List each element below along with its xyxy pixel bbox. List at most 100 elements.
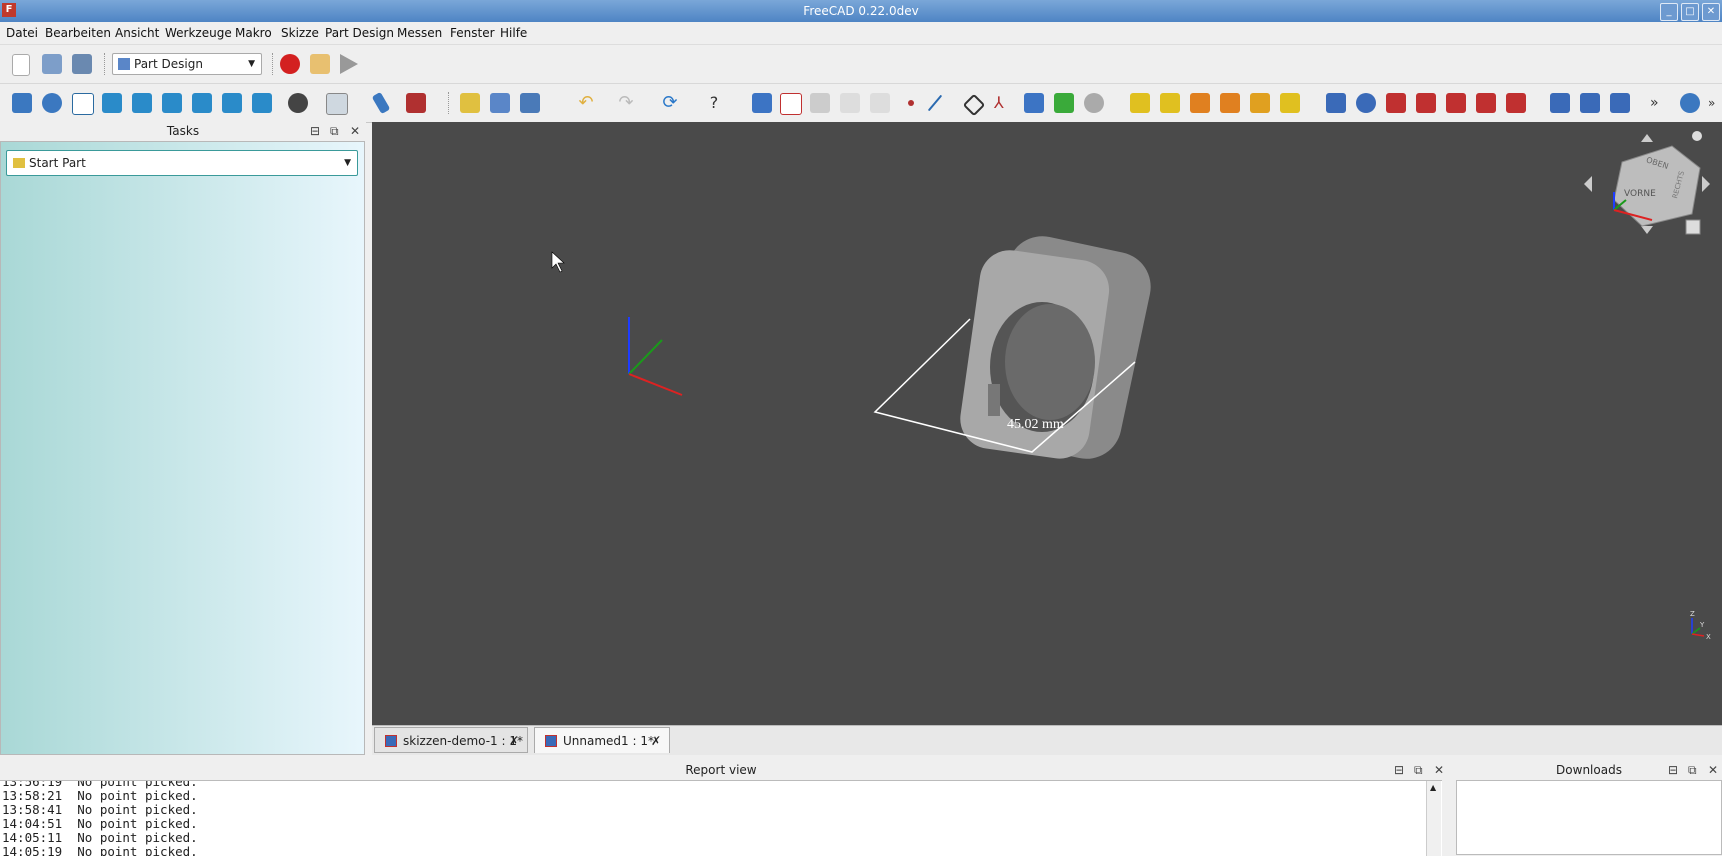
viewport-canvas[interactable]: 45.02 mm OBEN VORNE RECHTS Z Y X <box>372 122 1722 725</box>
left-view-icon[interactable] <box>252 93 272 113</box>
tab-unnamed1[interactable]: Unnamed1 : 1* ✗ <box>534 727 670 753</box>
open-folder-icon[interactable] <box>42 54 62 74</box>
hole-icon[interactable] <box>1356 93 1376 113</box>
close-tab-icon[interactable]: ✗ <box>651 728 661 754</box>
additive-pipe-icon[interactable] <box>1220 93 1240 113</box>
datum-line-icon[interactable] <box>927 94 943 112</box>
subtractive-helix-icon[interactable] <box>1476 93 1496 113</box>
bounding-box-icon[interactable] <box>326 93 348 115</box>
fit-selection-icon[interactable] <box>42 93 62 113</box>
menu-makro[interactable]: Makro <box>235 26 272 40</box>
link-actions-icon[interactable] <box>520 93 540 113</box>
nav-cube-front-label: VORNE <box>1624 189 1656 199</box>
measure-tool-icon[interactable] <box>1680 93 1700 113</box>
redo-icon[interactable]: ↷ <box>616 93 636 113</box>
body-icon[interactable] <box>752 93 772 113</box>
subtractive-primitive-icon[interactable] <box>1506 93 1526 113</box>
menu-messen[interactable]: Messen <box>397 26 442 40</box>
undock-panel-icon[interactable]: ⧉ <box>1688 760 1697 780</box>
float-panel-icon[interactable]: ⊟ <box>1394 760 1404 780</box>
linear-pattern-icon[interactable] <box>1580 93 1600 113</box>
maximize-button[interactable]: □ <box>1681 3 1699 21</box>
new-document-icon[interactable] <box>12 54 30 76</box>
subtractive-loft-icon[interactable] <box>1416 93 1436 113</box>
undock-panel-icon[interactable]: ⧉ <box>1414 760 1423 780</box>
report-scrollbar[interactable]: ▲ <box>1426 781 1441 856</box>
menu-datei[interactable]: Datei <box>6 26 38 40</box>
create-part-icon[interactable] <box>460 93 480 113</box>
tab-skizzen-demo[interactable]: skizzen-demo-1 : 1* ✗ <box>374 727 528 753</box>
bottom-view-icon[interactable] <box>222 93 242 113</box>
groove-icon[interactable] <box>1386 93 1406 113</box>
close-panel-icon[interactable]: ✕ <box>1434 760 1444 780</box>
undo-icon[interactable]: ↶ <box>576 93 596 113</box>
undock-panel-icon[interactable]: ⧉ <box>330 122 339 140</box>
shape-binder-icon[interactable] <box>840 93 860 113</box>
menu-part-design[interactable]: Part Design <box>325 26 394 40</box>
revolution-icon[interactable] <box>1160 93 1180 113</box>
close-panel-icon[interactable]: ✕ <box>1708 760 1718 780</box>
macro-editor-icon[interactable] <box>310 54 330 74</box>
pad-icon[interactable] <box>1130 93 1150 113</box>
clone-icon[interactable] <box>870 93 890 113</box>
close-panel-icon[interactable]: ✕ <box>350 122 360 140</box>
datum-point-icon[interactable] <box>908 100 914 106</box>
record-macro-icon[interactable] <box>280 54 300 74</box>
datum-plane-icon[interactable] <box>962 93 986 117</box>
menu-werkzeuge[interactable]: Werkzeuge <box>165 26 232 40</box>
refresh-icon[interactable]: ⟳ <box>660 93 680 113</box>
menu-fenster[interactable]: Fenster <box>450 26 495 40</box>
part-design-icon <box>118 58 130 70</box>
save-icon[interactable] <box>72 54 92 74</box>
rear-view-icon[interactable] <box>192 93 212 113</box>
float-panel-icon[interactable]: ⊟ <box>310 122 320 140</box>
additive-primitive-icon[interactable] <box>1280 93 1300 113</box>
menu-bearbeiten[interactable]: Bearbeiten <box>45 26 111 40</box>
report-view[interactable]: 13:56:19 No point picked. 13:58:21 No po… <box>0 780 1442 856</box>
toolbar-extension-icon[interactable]: » <box>1650 93 1670 113</box>
mirrored-icon[interactable] <box>1550 93 1570 113</box>
local-coordinate-system-icon[interactable]: ⅄ <box>994 93 1014 113</box>
create-group-icon[interactable] <box>490 93 510 113</box>
draw-style-icon[interactable] <box>288 93 308 113</box>
clone-object-icon[interactable] <box>1084 93 1104 113</box>
minimize-button[interactable]: _ <box>1660 3 1678 21</box>
top-view-icon[interactable] <box>132 93 152 113</box>
view-toolbar: ↶ ↷ ⟳ ? ⅄ » » <box>0 84 1722 123</box>
additive-helix-icon[interactable] <box>1250 93 1270 113</box>
isometric-view-icon[interactable] <box>72 93 94 115</box>
polar-pattern-icon[interactable] <box>1610 93 1630 113</box>
tab-label: Unnamed1 : 1* <box>563 734 654 748</box>
pocket-icon[interactable] <box>1326 93 1346 113</box>
menu-skizze[interactable]: Skizze <box>281 26 319 40</box>
nav-up-arrow-icon <box>1641 134 1653 142</box>
std-view-menu-icon[interactable] <box>406 93 426 113</box>
whats-this-icon[interactable]: ? <box>704 93 724 113</box>
float-panel-icon[interactable]: ⊟ <box>1668 760 1678 780</box>
workbench-selector[interactable]: Part Design ▼ <box>112 53 262 75</box>
close-tab-icon[interactable]: ✗ <box>509 728 519 754</box>
scroll-up-icon[interactable]: ▲ <box>1430 783 1436 792</box>
additive-loft-icon[interactable] <box>1190 93 1210 113</box>
run-macro-icon[interactable] <box>340 54 358 74</box>
close-window-button[interactable]: ✕ <box>1702 3 1720 21</box>
validate-sketch-icon[interactable] <box>810 93 830 113</box>
front-view-icon[interactable] <box>102 93 122 113</box>
menu-ansicht[interactable]: Ansicht <box>115 26 159 40</box>
log-line: 14:05:19 No point picked. <box>2 844 198 856</box>
sub-object-icon[interactable] <box>1054 93 1074 113</box>
sub-shape-binder-icon[interactable] <box>1024 93 1044 113</box>
measure-icon[interactable] <box>371 91 391 115</box>
file-toolbar: Part Design ▼ <box>0 45 1722 84</box>
right-view-icon[interactable] <box>162 93 182 113</box>
start-part-combo[interactable]: Start Part ▼ <box>6 150 358 176</box>
fit-all-icon[interactable] <box>12 93 32 113</box>
toolbar-extension-icon-2[interactable]: » <box>1708 93 1722 113</box>
create-sketch-icon[interactable] <box>780 93 802 115</box>
3d-viewport[interactable]: 45.02 mm OBEN VORNE RECHTS Z Y X <box>372 122 1722 725</box>
part-icon <box>13 158 25 168</box>
toolbar-separator <box>104 53 107 75</box>
downloads-panel[interactable] <box>1456 780 1722 855</box>
menu-hilfe[interactable]: Hilfe <box>500 26 527 40</box>
subtractive-pipe-icon[interactable] <box>1446 93 1466 113</box>
